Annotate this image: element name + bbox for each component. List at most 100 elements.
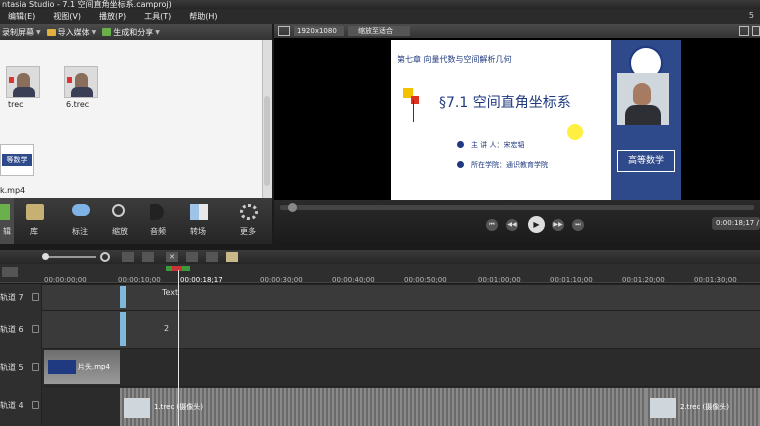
clip-thumbnail-1[interactable] xyxy=(6,66,40,98)
crop-icon[interactable] xyxy=(278,26,290,36)
timeline-toolbar: ✕ xyxy=(0,250,760,264)
clip-thumbnail xyxy=(650,398,676,418)
menu-tools[interactable]: 工具(T) xyxy=(144,11,171,22)
slide-college: 所在学院：通识教育学院 xyxy=(471,161,548,169)
menu-edit[interactable]: 编辑(E) xyxy=(8,11,35,22)
ruler-tick: 00:00:50;00 xyxy=(404,276,447,284)
course-badge: 高等数学 xyxy=(617,150,675,172)
window-title: ntasia Studio - 7.1 空间直角坐标系.camproj) xyxy=(0,0,760,9)
folder-icon xyxy=(46,28,56,36)
next-clip-button[interactable]: ⏭ xyxy=(572,219,584,231)
split-button[interactable] xyxy=(186,252,198,262)
playhead-out-marker[interactable] xyxy=(172,266,182,271)
track-clip-label: 2 xyxy=(164,324,170,333)
slide-heading: §7.1 空间直角坐标系 xyxy=(439,95,571,111)
track-clip[interactable]: 片头.mp4 xyxy=(44,350,120,384)
zoom-slider-handle[interactable] xyxy=(42,253,49,260)
tab-label: 更多 xyxy=(240,227,256,236)
produce-icon xyxy=(102,28,112,36)
produce-share-label: 生成和分享 xyxy=(113,27,154,37)
play-button[interactable]: ▶ xyxy=(528,216,545,233)
cursor-highlight xyxy=(567,124,583,140)
fast-forward-button[interactable]: ▶▶ xyxy=(552,219,564,231)
previous-clip-button[interactable]: ⏮ xyxy=(486,219,498,231)
tab-zoom[interactable]: 缩放 xyxy=(100,198,140,244)
tab-transitions[interactable]: 转场 xyxy=(178,198,218,244)
playhead-line[interactable] xyxy=(178,270,179,426)
tab-edit[interactable]: 辑 xyxy=(0,198,14,244)
seek-handle[interactable] xyxy=(288,203,297,212)
clip-thumbnail-3[interactable]: 等数学 xyxy=(0,144,34,176)
college-icon xyxy=(457,161,464,168)
ruler-tick: 00:01:10;00 xyxy=(550,276,593,284)
preview-toolbar: 1920x1080 缩放至适合 xyxy=(274,24,760,38)
import-media-button[interactable]: 导入媒体 ▼ xyxy=(46,27,97,38)
clip-bin-scroll-thumb[interactable] xyxy=(264,96,270,186)
track-clip[interactable]: 2.trec (摄像头) xyxy=(646,388,760,426)
speaker-icon xyxy=(457,141,464,148)
record-screen-button[interactable]: 录制屏幕 ▼ xyxy=(2,27,41,38)
redo-button[interactable] xyxy=(142,252,154,262)
ruler-tick: 00:00:30;00 xyxy=(260,276,303,284)
tab-label: 缩放 xyxy=(112,227,128,236)
track-clip[interactable] xyxy=(120,286,126,308)
track-clip[interactable]: 1.trec (摄像头) xyxy=(120,388,646,426)
zoom-slider[interactable] xyxy=(44,256,96,258)
webcam-body xyxy=(625,105,661,125)
tab-label: 辑 xyxy=(3,227,11,236)
lock-icon[interactable] xyxy=(32,293,39,301)
track-header[interactable]: 轨道 7 xyxy=(0,284,42,310)
search-icon[interactable] xyxy=(100,252,110,262)
clip-thumbnail-2[interactable] xyxy=(64,66,98,98)
fullscreen-icon[interactable] xyxy=(739,26,749,36)
rewind-button[interactable]: ◀◀ xyxy=(506,219,518,231)
time-display: 0:00:18;17 / 0 xyxy=(712,217,760,230)
detach-icon[interactable] xyxy=(752,26,760,36)
tab-more[interactable]: 更多 xyxy=(228,198,268,244)
tab-callouts[interactable]: 标注 xyxy=(60,198,100,244)
track-header[interactable]: 轨道 4 xyxy=(0,386,42,426)
tab-label: 标注 xyxy=(72,227,88,236)
zoom-select[interactable]: 缩放至适合 xyxy=(348,26,410,36)
track-header[interactable]: 轨道 6 xyxy=(0,310,42,348)
thumb-mark xyxy=(9,77,14,83)
track-name: 轨道 4 xyxy=(0,401,24,410)
callout-icon xyxy=(72,204,90,216)
ruler-current-time: 00:00:18;17 xyxy=(180,276,223,284)
track-header[interactable]: 轨道 5 xyxy=(0,348,42,386)
track-7[interactable] xyxy=(0,284,760,310)
undo-button[interactable] xyxy=(122,252,134,262)
settings-gear-icon[interactable] xyxy=(2,267,18,277)
copy-button[interactable] xyxy=(206,252,218,262)
cut-button[interactable]: ✕ xyxy=(166,252,178,262)
track-clip[interactable] xyxy=(120,312,126,346)
paste-button[interactable] xyxy=(226,252,238,262)
speaker-icon xyxy=(150,204,164,220)
menu-help[interactable]: 帮助(H) xyxy=(189,11,217,22)
produce-share-button[interactable]: 生成和分享 ▼ xyxy=(102,27,160,38)
menu-view[interactable]: 视图(V) xyxy=(53,11,81,22)
clip-thumbnail xyxy=(124,398,150,418)
preview-seekbar[interactable] xyxy=(280,203,754,212)
tab-label: 库 xyxy=(30,227,38,236)
thumb-shirt xyxy=(13,87,35,97)
menu-right-number: 5 xyxy=(748,11,754,20)
track-6[interactable] xyxy=(0,310,760,348)
tab-audio[interactable]: 音频 xyxy=(138,198,178,244)
ruler-tick: 00:01:30;00 xyxy=(694,276,737,284)
resolution-select[interactable]: 1920x1080 xyxy=(294,26,344,36)
lock-icon[interactable] xyxy=(32,401,39,409)
lock-icon[interactable] xyxy=(32,325,39,333)
menu-play[interactable]: 播放(P) xyxy=(99,11,126,22)
title-card: 等数学 xyxy=(1,153,33,167)
tab-library[interactable]: 库 xyxy=(14,198,54,244)
track-clip-label: 2.trec (摄像头) xyxy=(680,403,729,411)
lock-icon[interactable] xyxy=(32,363,39,371)
clip-label-1: trec xyxy=(8,100,24,109)
chevron-down-icon: ▼ xyxy=(91,28,97,36)
webcam-face xyxy=(633,83,651,105)
transition-icon xyxy=(190,204,208,220)
deco-line xyxy=(413,100,414,122)
slide-speaker: 主 讲 人：宋宏韬 xyxy=(471,141,525,149)
ruler-tick: 00:00:10;00 xyxy=(118,276,161,284)
